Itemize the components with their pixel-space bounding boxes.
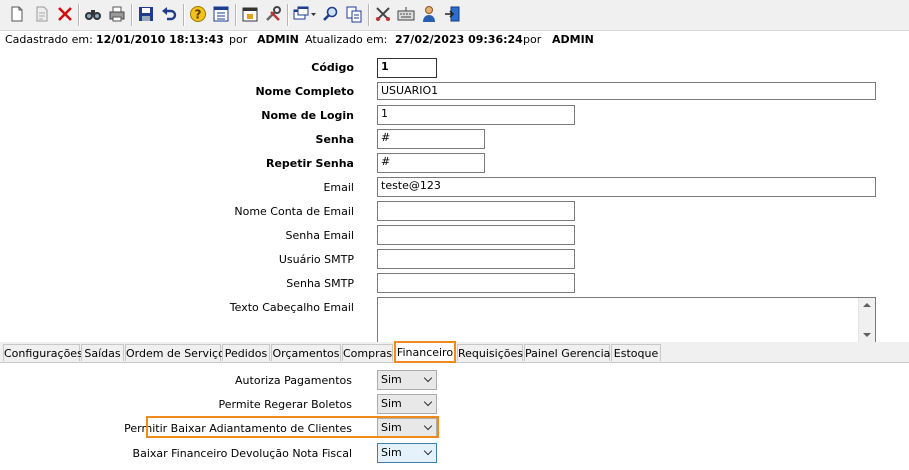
permite-regerar-boletos-select[interactable]: Sim [377, 394, 437, 414]
tab-configuracoes[interactable]: Configurações [3, 344, 83, 361]
nome-conta-email-label: Nome Conta de Email [234, 205, 354, 218]
tab-pedidos[interactable]: Pedidos [222, 344, 270, 361]
created-by-label: por [229, 33, 248, 46]
codigo-field[interactable]: 1 [377, 58, 437, 78]
tab-saidas[interactable]: Saídas [81, 344, 124, 361]
highlight-financeiro-tab [394, 341, 456, 363]
senha-label: Senha [315, 133, 354, 146]
list-icon[interactable] [212, 5, 230, 23]
permite-regerar-boletos-value: Sim [381, 397, 402, 410]
texto-cabecalho-label: Texto Cabeçalho Email [229, 301, 354, 314]
repetir-senha-label: Repetir Senha [265, 157, 354, 170]
created-by-value: ADMIN [257, 33, 299, 46]
usuario-smtp-label: Usuário SMTP [278, 253, 354, 266]
edit-document-icon[interactable] [33, 5, 51, 23]
tab-compras[interactable]: Compras [342, 344, 393, 361]
tools-icon[interactable] [264, 5, 282, 23]
senha-smtp-field[interactable] [377, 273, 575, 293]
autoriza-pagamentos-label: Autoriza Pagamentos [235, 374, 352, 387]
email-label: Email [323, 181, 354, 194]
textarea-scrollbar[interactable] [858, 298, 875, 342]
undo-icon[interactable] [160, 5, 178, 23]
find-icon[interactable] [84, 5, 102, 23]
chevron-down-icon [423, 373, 433, 383]
calendar-report-icon[interactable] [241, 5, 259, 23]
nome-login-label: Nome de Login [261, 109, 354, 122]
repetir-senha-field[interactable]: # [377, 153, 485, 173]
updated-by-label: por [523, 33, 542, 46]
autoriza-pagamentos-select[interactable]: Sim [377, 370, 437, 390]
nome-conta-email-field[interactable] [377, 201, 575, 221]
highlight-adiantamento-row [146, 416, 439, 438]
tab-painel-gerencial[interactable]: Painel Gerencial [524, 344, 613, 361]
baixar-financeiro-devolucao-label: Baixar Financeiro Devolução Nota Fiscal [132, 447, 352, 460]
tab-requisicoes[interactable]: Requisições [457, 344, 523, 361]
chevron-down-icon [423, 446, 433, 456]
autoriza-pagamentos-value: Sim [381, 373, 402, 386]
senha-smtp-label: Senha SMTP [286, 277, 354, 290]
baixar-financeiro-devolucao-select[interactable]: Sim [377, 443, 437, 463]
tab-estoque[interactable]: Estoque [611, 344, 661, 361]
tab-ordem-de-servico[interactable]: Ordem de Serviço [125, 344, 225, 361]
created-value: 12/01/2010 18:13:43 [96, 33, 224, 46]
updated-label: Atualizado em: [305, 33, 388, 46]
created-label: Cadastrado em: [5, 33, 93, 46]
copy-icon[interactable] [345, 5, 363, 23]
chevron-down-icon [423, 397, 433, 407]
tab-orcamentos[interactable]: Orçamentos [271, 344, 341, 361]
usuario-smtp-field[interactable] [377, 249, 575, 269]
toolbar: ? [0, 0, 909, 31]
new-document-icon[interactable] [8, 5, 26, 23]
permite-regerar-boletos-label: Permite Regerar Boletos [218, 398, 352, 411]
updated-value: 27/02/2023 09:36:24 [395, 33, 523, 46]
nome-completo-field[interactable]: USUARIO1 [377, 82, 876, 100]
keyboard-icon[interactable] [397, 5, 415, 23]
senha-field[interactable]: # [377, 129, 485, 149]
email-field[interactable]: teste@123 [377, 177, 876, 197]
delete-icon[interactable] [56, 5, 74, 23]
help-icon[interactable]: ? [189, 5, 207, 23]
nome-completo-label: Nome Completo [255, 85, 354, 98]
senha-email-field[interactable] [377, 225, 575, 245]
cut-tools-icon[interactable] [374, 5, 392, 23]
texto-cabecalho-field[interactable] [377, 297, 876, 343]
search-icon[interactable] [322, 5, 340, 23]
svg-text:?: ? [195, 8, 202, 22]
save-icon[interactable] [137, 5, 155, 23]
print-icon[interactable] [108, 5, 126, 23]
baixar-financeiro-devolucao-value: Sim [381, 446, 402, 459]
senha-email-label: Senha Email [285, 229, 354, 242]
exit-icon[interactable] [443, 5, 461, 23]
nome-login-field[interactable]: 1 [377, 105, 575, 125]
user-icon[interactable] [420, 5, 438, 23]
updated-by-value: ADMIN [552, 33, 594, 46]
windows-menu-icon[interactable] [292, 5, 318, 23]
codigo-label: Código [311, 61, 354, 74]
